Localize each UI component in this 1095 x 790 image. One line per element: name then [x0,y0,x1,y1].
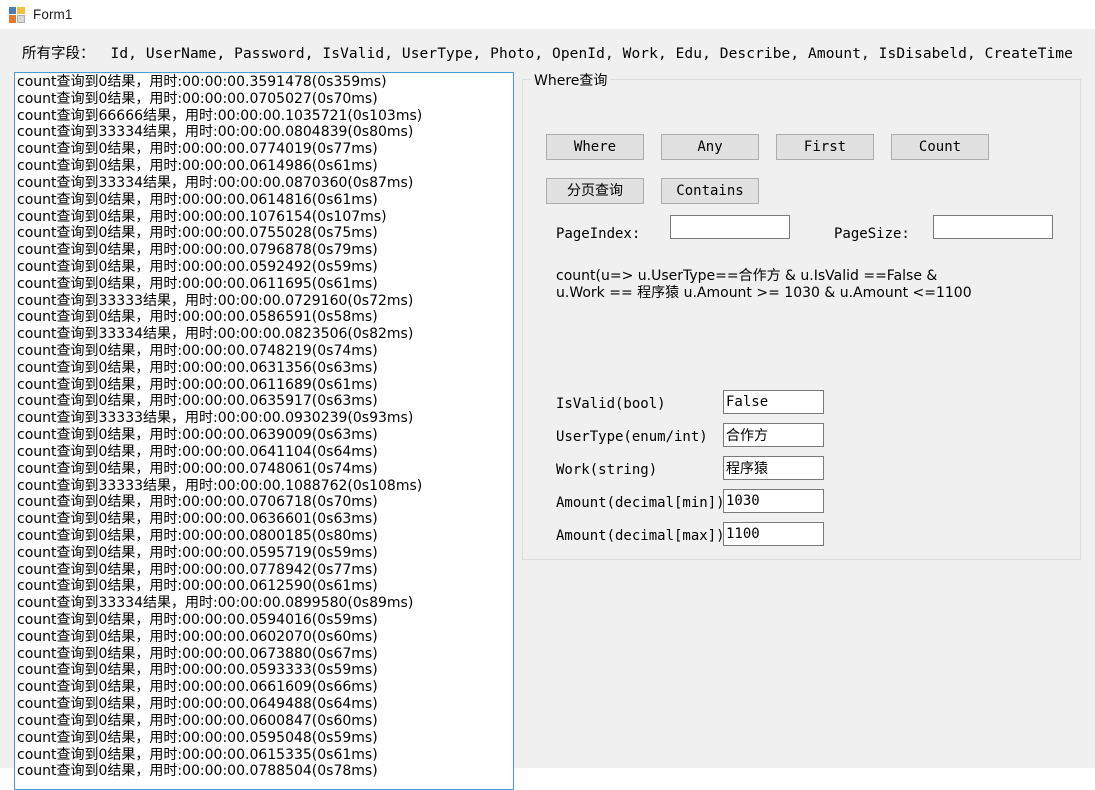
count-button[interactable]: Count [891,134,989,160]
log-line[interactable]: count查询到0结果，用时:00:00:00.0594016(0s59ms) [17,612,513,629]
log-line[interactable]: count查询到0结果，用时:00:00:00.0595719(0s59ms) [17,545,513,562]
log-listbox[interactable]: count查询到0结果，用时:00:00:00.3591478(0s359ms)… [14,72,514,790]
log-line[interactable]: count查询到33334结果，用时:00:00:00.0870360(0s87… [17,175,513,192]
log-line[interactable]: count查询到33334结果，用时:00:00:00.0823506(0s82… [17,326,513,343]
log-line[interactable]: count查询到0结果，用时:00:00:00.0631356(0s63ms) [17,360,513,377]
log-line[interactable]: count查询到0结果，用时:00:00:00.0748219(0s74ms) [17,343,513,360]
work-label: Work(string) [556,462,658,478]
log-line[interactable]: count查询到0结果，用时:00:00:00.0614816(0s61ms) [17,192,513,209]
usertype-input[interactable] [723,423,824,447]
log-line[interactable]: count查询到0结果，用时:00:00:00.3591478(0s359ms) [17,74,513,91]
any-button[interactable]: Any [661,134,759,160]
pagesize-input[interactable] [933,215,1053,239]
log-line[interactable]: count查询到0结果，用时:00:00:00.1076154(0s107ms) [17,209,513,226]
log-line[interactable]: count查询到0结果，用时:00:00:00.0705027(0s70ms) [17,91,513,108]
log-line[interactable]: count查询到33333结果，用时:00:00:00.0930239(0s93… [17,410,513,427]
pagesize-label: PageSize: [834,226,910,242]
title-bar: Form1 [0,0,1095,29]
log-line[interactable]: count查询到0结果，用时:00:00:00.0649488(0s64ms) [17,696,513,713]
log-line[interactable]: count查询到0结果，用时:00:00:00.0595048(0s59ms) [17,730,513,747]
log-line[interactable]: count查询到0结果，用时:00:00:00.0748061(0s74ms) [17,461,513,478]
log-line[interactable]: count查询到66666结果，用时:00:00:00.1035721(0s10… [17,108,513,125]
log-line[interactable]: count查询到0结果，用时:00:00:00.0788504(0s78ms) [17,763,513,780]
pageindex-label: PageIndex: [556,226,641,242]
where-query-groupbox: Where查询 Where Any First Count 分页查询 Conta… [522,70,1081,560]
usertype-label: UserType(enum/int) [556,429,708,445]
amount-min-input[interactable] [723,489,824,513]
log-line[interactable]: count查询到0结果，用时:00:00:00.0635917(0s63ms) [17,393,513,410]
pageindex-input[interactable] [670,215,790,239]
log-line[interactable]: count查询到0结果，用时:00:00:00.0641104(0s64ms) [17,444,513,461]
log-line[interactable]: count查询到33333结果，用时:00:00:00.1088762(0s10… [17,478,513,495]
log-line[interactable]: count查询到0结果，用时:00:00:00.0602070(0s60ms) [17,629,513,646]
all-fields-label: 所有字段： [22,46,95,62]
amount-min-label: Amount(decimal[min]) [556,495,725,511]
log-line[interactable]: count查询到0结果，用时:00:00:00.0614986(0s61ms) [17,158,513,175]
log-line[interactable]: count查询到0结果，用时:00:00:00.0615335(0s61ms) [17,747,513,764]
first-button[interactable]: First [776,134,874,160]
log-line[interactable]: count查询到0结果，用时:00:00:00.0600847(0s60ms) [17,713,513,730]
log-line[interactable]: count查询到0结果，用时:00:00:00.0612590(0s61ms) [17,578,513,595]
log-line[interactable]: count查询到0结果，用时:00:00:00.0636601(0s63ms) [17,511,513,528]
log-line[interactable]: count查询到0结果，用时:00:00:00.0774019(0s77ms) [17,141,513,158]
log-line[interactable]: count查询到0结果，用时:00:00:00.0706718(0s70ms) [17,494,513,511]
log-line[interactable]: count查询到0结果，用时:00:00:00.0796878(0s79ms) [17,242,513,259]
form-client-area: 所有字段： Id, UserName, Password, IsValid, U… [0,29,1095,790]
log-line[interactable]: count查询到0结果，用时:00:00:00.0593333(0s59ms) [17,662,513,679]
log-line[interactable]: count查询到0结果，用时:00:00:00.0800185(0s80ms) [17,528,513,545]
all-fields-row: 所有字段： Id, UserName, Password, IsValid, U… [22,42,1073,63]
where-button[interactable]: Where [546,134,644,160]
work-input[interactable] [723,456,824,480]
winforms-designer-icon [9,6,25,23]
contains-button[interactable]: Contains [661,178,759,204]
amount-max-label: Amount(decimal[max]) [556,528,725,544]
log-line[interactable]: count查询到0结果，用时:00:00:00.0755028(0s75ms) [17,225,513,242]
log-line[interactable]: count查询到0结果，用时:00:00:00.0778942(0s77ms) [17,562,513,579]
window-title: Form1 [33,7,73,22]
query-expression-preview: count(u=> u.UserType==合作方 & u.IsValid ==… [556,268,972,301]
log-line[interactable]: count查询到33333结果，用时:00:00:00.0729160(0s72… [17,293,513,310]
log-line[interactable]: count查询到0结果，用时:00:00:00.0611695(0s61ms) [17,276,513,293]
log-line[interactable]: count查询到0结果，用时:00:00:00.0661609(0s66ms) [17,679,513,696]
paging-query-button[interactable]: 分页查询 [546,178,644,204]
all-fields-value: Id, UserName, Password, IsValid, UserTyp… [110,46,1073,62]
log-line[interactable]: count查询到0结果，用时:00:00:00.0592492(0s59ms) [17,259,513,276]
log-line[interactable]: count查询到0结果，用时:00:00:00.0673880(0s67ms) [17,646,513,663]
isvalid-input[interactable] [723,390,824,414]
log-line[interactable]: count查询到33334结果，用时:00:00:00.0804839(0s80… [17,124,513,141]
amount-max-input[interactable] [723,522,824,546]
isvalid-label: IsValid(bool) [556,396,666,412]
where-query-groupbox-title: Where查询 [531,70,611,90]
log-line[interactable]: count查询到33334结果，用时:00:00:00.0899580(0s89… [17,595,513,612]
log-line[interactable]: count查询到0结果，用时:00:00:00.0639009(0s63ms) [17,427,513,444]
log-line[interactable]: count查询到0结果，用时:00:00:00.0611689(0s61ms) [17,377,513,394]
log-line[interactable]: count查询到0结果，用时:00:00:00.0586591(0s58ms) [17,309,513,326]
